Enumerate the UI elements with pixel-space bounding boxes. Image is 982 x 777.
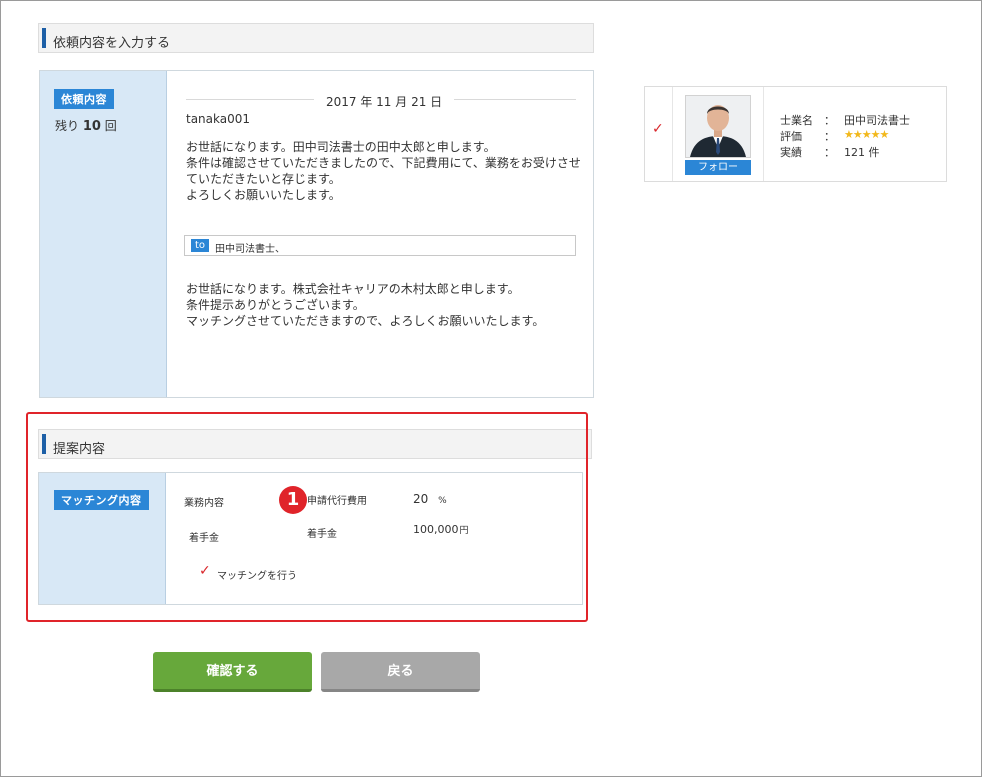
profile-card: ✓ フォロー 士業名 ： 田中司法書士 評価 ： ★★★★★ 実績 ： 121 … [644,86,947,182]
message-username: tanaka001 [186,112,251,126]
proposal-highlight-frame [26,412,588,622]
request-panel-side: 依頼内容 残り 10 回 [40,71,167,397]
remaining-count: 残り 10 回 [55,117,117,134]
number-1-badge-icon: 1 [279,486,307,514]
remaining-prefix: 残り [55,119,80,133]
follow-button[interactable]: フォロー [685,160,751,175]
remaining-number: 10 [82,119,101,134]
message-line: ていただきたいと存じます。 [186,172,341,186]
person-avatar-icon [685,95,751,158]
reply-line: マッチングさせていただきますので、よろしくお願いいたします。 [186,314,545,328]
to-badge: to [191,239,210,252]
request-tag: 依頼内容 [54,89,114,109]
request-panel: 依頼内容 残り 10 回 2017 年 11 月 21 日 tanaka001 … [39,70,594,398]
reply-body: お世話になります。株式会社キャリアの木村太郎と申します。 条件提示ありがとうござ… [186,281,544,329]
message-date: 2017 年 11 月 21 日 [314,93,455,110]
check-icon: ✓ [652,121,664,137]
profile-value: 田中司法書士 [844,114,910,127]
request-section-title: 依頼内容を入力する [53,36,171,51]
message-line: お世話になります。田中司法書士の田中太郎と申します。 [186,140,496,154]
profile-sep: ： [824,130,835,143]
message-line: よろしくお願いいたします。 [186,188,341,202]
to-recipient: 田中司法書士、 [215,244,285,255]
profile-sep: ： [824,146,835,159]
profile-value: 121 件 [844,146,880,159]
remaining-suffix: 回 [104,119,117,133]
request-section-header: 依頼内容を入力する [38,23,594,53]
profile-select-cell[interactable]: ✓ [645,87,673,181]
back-button[interactable]: 戻る [321,652,480,692]
reply-to-field[interactable]: to 田中司法書士、 [184,235,576,256]
header-accent-bar [42,28,46,48]
profile-sep: ： [824,114,835,127]
star-rating-icon: ★★★★★ [844,128,889,141]
reply-line: 条件提示ありがとうございます。 [186,298,365,312]
profile-avatar-cell: フォロー [672,87,764,181]
message-line: 条件は確認させていただきましたので、下記費用にて、業務をお受けさせ [186,156,581,170]
confirm-button[interactable]: 確認する [153,652,312,692]
message-body: お世話になります。田中司法書士の田中太郎と申します。 条件は確認させていただきま… [186,139,581,203]
reply-line: お世話になります。株式会社キャリアの木村太郎と申します。 [186,282,520,296]
